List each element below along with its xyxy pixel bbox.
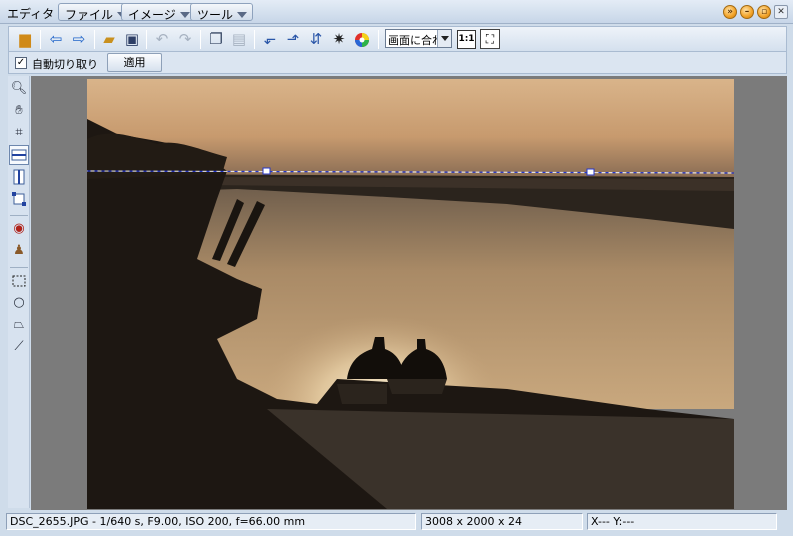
stamp-icon[interactable]: ♟	[9, 241, 29, 261]
menu-image-label: イメージ	[128, 8, 176, 22]
toolbar-separator	[94, 30, 95, 49]
red-eye-icon[interactable]: ◉	[9, 219, 29, 239]
chevron-down-icon	[237, 12, 248, 18]
resize-icon[interactable]	[9, 189, 29, 209]
file-info: DSC_2655.JPG - 1/640 s, F9.00, ISO 200, …	[6, 513, 416, 530]
main-toolbar: ▆ ⇦ ⇨ ▰ ▣ ↶ ↷ ❐ ▤ ⬐ ⬏ ⇵ ✷ 画面に合わ 1:1 ⛶	[8, 26, 787, 52]
zoom-icon[interactable]: 🔍︎	[9, 79, 29, 99]
tool-separator	[10, 267, 28, 268]
zoom-select-value: 画面に合わ	[388, 34, 443, 47]
lasso-icon[interactable]: ○	[9, 293, 29, 313]
close-icon[interactable]: ✕	[774, 5, 788, 19]
brightness-icon[interactable]: ✷	[329, 30, 349, 49]
undo-icon[interactable]: ↶	[152, 30, 172, 49]
toolbar-separator	[254, 30, 255, 49]
toolbar-separator	[40, 30, 41, 49]
color-wheel-icon[interactable]	[352, 30, 372, 49]
crop-icon[interactable]: ⌗	[9, 123, 29, 143]
save-icon[interactable]: ▣	[122, 30, 142, 49]
image-dimensions: 3008 x 2000 x 24	[421, 513, 583, 530]
cursor-coordinates: X--- Y:---	[587, 513, 777, 530]
auto-crop-label: 自動切り取り	[32, 58, 98, 71]
copy-icon[interactable]: ❐	[206, 30, 226, 49]
toolbar-separator	[146, 30, 147, 49]
app-title: エディタ	[7, 7, 55, 21]
open-icon[interactable]: ▆	[15, 30, 35, 49]
menu-tools-label: ツール	[197, 8, 234, 22]
minimize-icon[interactable]: –	[740, 5, 754, 19]
redo-icon[interactable]: ↷	[175, 30, 195, 49]
toolbar-separator	[200, 30, 201, 49]
forward-arrow-icon[interactable]: ⇨	[69, 30, 89, 49]
menu-image[interactable]: イメージ	[121, 3, 196, 22]
rotate-right-icon[interactable]: ⬏	[283, 30, 303, 49]
actual-size-icon[interactable]: 1:1	[457, 30, 476, 49]
auto-crop-checkbox[interactable]: ✓	[15, 57, 27, 69]
polygon-select-icon[interactable]: ⏢	[9, 315, 29, 335]
menu-file-label: ファイル	[65, 8, 114, 22]
horizontal-line-icon[interactable]	[9, 145, 29, 165]
toolbar-separator	[378, 30, 379, 49]
rotate-left-icon[interactable]: ⬐	[260, 30, 280, 49]
photo	[87, 79, 734, 509]
restore-icon[interactable]: ▫	[757, 5, 771, 19]
image-canvas[interactable]	[31, 76, 787, 510]
vertical-line-icon[interactable]	[9, 167, 29, 187]
tool-palette: 🔍︎ ✋︎ ⌗ ◉ ♟ ○ ⏢ ⟋	[8, 76, 30, 508]
chevron-down-icon	[179, 12, 190, 18]
menu-bar: エディタ ファイル イメージ ツール » – ▫ ✕	[0, 0, 793, 24]
zoom-select[interactable]: 画面に合わ	[385, 29, 452, 48]
crop-options-bar: ✓ 自動切り取り 適用	[8, 52, 787, 74]
menu-tools[interactable]: ツール	[190, 3, 254, 22]
collapse-icon[interactable]: »	[723, 5, 737, 19]
flip-icon[interactable]: ⇵	[306, 30, 326, 49]
hand-icon[interactable]: ✋︎	[9, 101, 29, 121]
back-arrow-icon[interactable]: ⇦	[46, 30, 66, 49]
tool-separator	[10, 215, 28, 216]
paste-icon[interactable]: ▤	[229, 30, 249, 49]
apply-button-label: 適用	[123, 56, 146, 69]
fit-screen-icon[interactable]: ⛶	[480, 29, 500, 49]
dropdown-arrow-icon	[437, 30, 451, 47]
rect-select-icon[interactable]	[9, 271, 29, 291]
magic-wand-icon[interactable]: ⟋	[9, 337, 29, 357]
apply-button[interactable]: 適用	[107, 53, 162, 72]
folder-open-icon[interactable]: ▰	[99, 30, 119, 49]
status-bar: DSC_2655.JPG - 1/640 s, F9.00, ISO 200, …	[0, 510, 793, 536]
